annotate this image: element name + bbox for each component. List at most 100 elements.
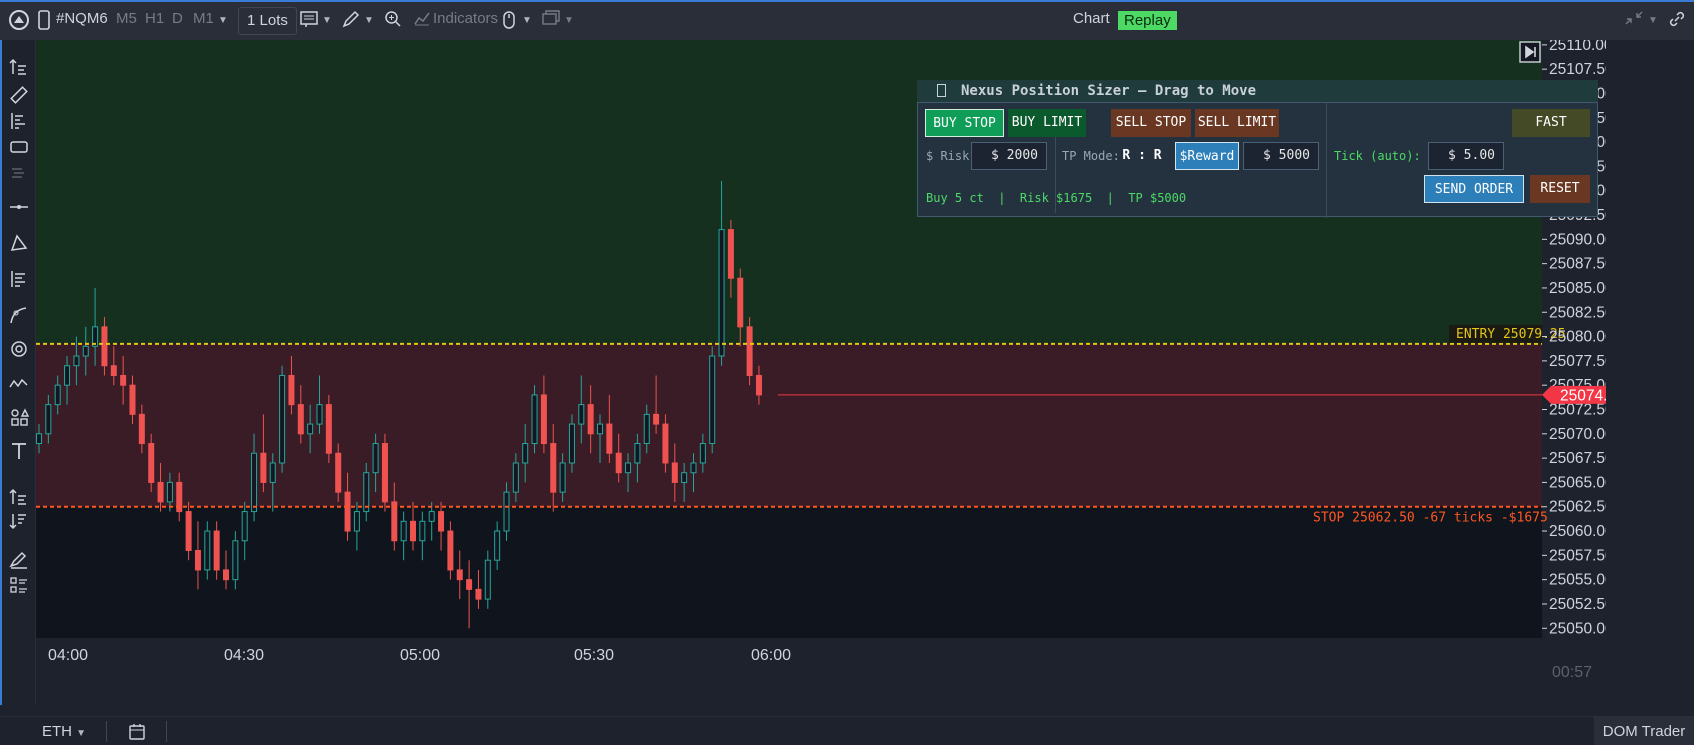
brush-icon[interactable] [8, 548, 30, 570]
shapes-icon[interactable] [8, 406, 30, 428]
position-sizer-panel[interactable]: Nexus Position Sizer — Drag to Move BUY … [917, 80, 1598, 218]
reward-input[interactable]: $ 5000 [1243, 142, 1319, 170]
price-tick-label: 25110.00 [1549, 40, 1606, 54]
sell-stop-button[interactable]: SELL STOP [1111, 109, 1191, 137]
align-left-icon[interactable] [8, 110, 30, 132]
mouse-icon[interactable] [502, 10, 516, 34]
tick-input[interactable]: $ 5.00 [1428, 142, 1504, 170]
price-tick-label: 25062.50 [1549, 499, 1606, 516]
sizer-title-bar[interactable]: Nexus Position Sizer — Drag to Move [917, 80, 1598, 102]
risk-input[interactable]: $ 2000 [971, 142, 1047, 170]
phone-icon[interactable] [38, 10, 50, 34]
collapse-icon[interactable] [1624, 10, 1644, 30]
candle [540, 394, 547, 445]
sell-limit-button[interactable]: SELL LIMIT [1195, 109, 1279, 137]
chart-type-icon[interactable] [300, 10, 320, 32]
price-tick-label: 25060.00 [1549, 523, 1606, 540]
candle [494, 530, 501, 561]
sort-down-icon[interactable] [8, 510, 30, 532]
wave-icon[interactable] [8, 372, 30, 394]
timeframe-chevron-down-icon[interactable]: ▼ [218, 10, 228, 27]
stop-label: STOP 25062.50 -67 ticks -$1675 [1313, 511, 1548, 526]
candle [400, 520, 407, 542]
price-tick-label: 25070.00 [1549, 426, 1606, 443]
drawing-toolbar [0, 40, 36, 705]
triangle-icon[interactable] [8, 232, 30, 254]
timeframe-h1[interactable]: H1 [145, 10, 164, 27]
candle [681, 472, 688, 483]
sort-up-icon[interactable] [8, 486, 30, 508]
candle [64, 365, 71, 386]
fast-button[interactable]: FAST [1512, 109, 1590, 137]
mouse-chevron-down-icon[interactable]: ▼ [522, 10, 532, 27]
window-icon[interactable] [542, 10, 560, 30]
dom-trader-button[interactable]: DOM Trader [1594, 717, 1694, 745]
candle [279, 374, 286, 464]
pencil-chevron-down-icon[interactable]: ▼ [364, 10, 374, 27]
calendar-icon[interactable] [128, 723, 146, 745]
price-tick-label: 25085.00 [1549, 280, 1606, 297]
tp-mode-label: TP Mode: [1062, 149, 1120, 163]
object-list-icon[interactable] [8, 574, 30, 596]
candle [699, 443, 706, 464]
buy-stop-button[interactable]: BUY STOP [925, 109, 1004, 137]
rr-mode-button[interactable]: R : R [1120, 142, 1164, 170]
fib-icon[interactable] [8, 268, 30, 290]
candle [746, 326, 753, 376]
candle [615, 452, 622, 474]
timeframe-m1[interactable]: M1 [193, 10, 214, 27]
zoom-in-icon[interactable] [384, 10, 402, 32]
ruler-icon[interactable] [8, 84, 30, 106]
below-stop-zone [36, 506, 1542, 638]
candle [353, 511, 360, 532]
price-tick-label: 25067.50 [1549, 450, 1606, 467]
indicators-button[interactable]: Indicators [433, 10, 498, 27]
time-axis[interactable] [36, 638, 1542, 690]
link-icon[interactable] [1668, 10, 1686, 32]
sizer-divider-2 [1326, 103, 1327, 218]
timeframe-d[interactable]: D [172, 10, 183, 27]
candle [45, 404, 52, 435]
timeframe-m5[interactable]: M5 [116, 10, 137, 27]
cursor-icon[interactable] [8, 56, 30, 78]
price-tick-label: 25077.50 [1549, 353, 1606, 370]
price-tick-label: 25055.00 [1549, 572, 1606, 589]
candle [671, 462, 678, 483]
horizontal-line-icon[interactable] [8, 196, 30, 218]
chart-type-chevron-down-icon[interactable]: ▼ [322, 10, 332, 27]
target-icon[interactable] [8, 338, 30, 360]
candle [241, 511, 248, 542]
current-price-text: 25074.00 [1560, 387, 1606, 404]
indicators-icon[interactable] [414, 10, 430, 30]
session-select[interactable]: ETH ▼ [42, 723, 86, 740]
bottom-bar: ETH ▼ DOM Trader [0, 716, 1694, 745]
symbol-name[interactable]: #NQM6 [56, 10, 108, 27]
send-order-button[interactable]: SEND ORDER [1424, 175, 1524, 203]
price-tick-label: 25050.00 [1549, 620, 1606, 637]
candle [578, 404, 585, 425]
curve-icon[interactable] [8, 304, 30, 326]
rectangle-icon[interactable] [8, 136, 30, 158]
list-dim-icon[interactable] [8, 162, 30, 184]
reward-mode-button[interactable]: $Reward [1175, 142, 1239, 170]
lots-button[interactable]: 1 Lots [238, 7, 297, 35]
pencil-icon[interactable] [342, 10, 360, 32]
candle [718, 229, 725, 357]
logo-icon[interactable] [8, 9, 30, 35]
candle [550, 443, 557, 493]
candle [475, 588, 482, 600]
candle [213, 530, 220, 571]
collapse-chevron-down-icon[interactable]: ▼ [1648, 10, 1658, 27]
candle [138, 413, 145, 445]
text-icon[interactable] [8, 440, 30, 462]
candle [120, 374, 127, 386]
candle [297, 404, 304, 435]
reset-button[interactable]: RESET [1530, 175, 1590, 203]
candle [690, 462, 697, 474]
bottom-divider-1 [106, 721, 107, 742]
sizer-drag-icon [937, 84, 946, 97]
window-chevron-down-icon[interactable]: ▼ [564, 10, 574, 27]
buy-limit-button[interactable]: BUY LIMIT [1008, 109, 1086, 137]
scroll-to-end-icon[interactable] [1519, 41, 1541, 63]
replay-badge[interactable]: Replay [1118, 11, 1177, 30]
